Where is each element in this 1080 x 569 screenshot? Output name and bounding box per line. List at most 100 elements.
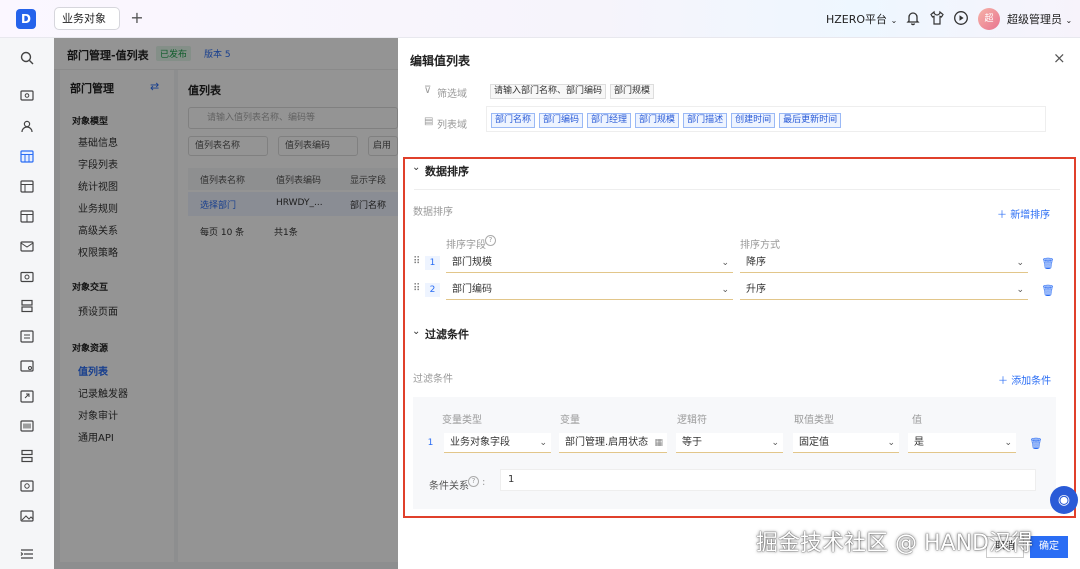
app-logo[interactable]: D: [16, 9, 36, 29]
monitor-icon[interactable]: [19, 88, 35, 104]
avatar[interactable]: 超: [978, 8, 1000, 30]
modal-mask[interactable]: [54, 38, 398, 569]
add-sort-button[interactable]: ＋ 新增排序: [997, 206, 1050, 221]
tab-business-object[interactable]: 业务对象: [54, 7, 120, 30]
filter-field-tags[interactable]: 请输入部门名称、部门编码 部门规模: [490, 83, 658, 99]
shirt-icon[interactable]: [929, 10, 945, 26]
cond-header: 取值类型: [794, 415, 834, 426]
filter-field-label: 筛选域: [437, 89, 467, 100]
var-value: 部门管理.启用状态: [565, 437, 649, 448]
add-tab-button[interactable]: +: [128, 8, 146, 28]
user-menu[interactable]: 超级管理员 ⌄: [1007, 11, 1072, 27]
sort-method-select[interactable]: 降序 ⌄: [740, 253, 1028, 273]
chevron-down-icon: ⌄: [1016, 258, 1024, 268]
calendar-table-icon[interactable]: [19, 148, 35, 164]
mail-icon[interactable]: [19, 238, 35, 254]
cond-header: 变量类型: [442, 415, 482, 426]
sort-method-select[interactable]: 升序 ⌄: [740, 280, 1028, 300]
sort-field-value: 部门编码: [452, 284, 492, 295]
export-icon[interactable]: [19, 388, 35, 404]
stack-icon[interactable]: [19, 448, 35, 464]
value-type-select[interactable]: 固定值 ⌄: [793, 433, 899, 453]
drawer-title: 编辑值列表: [410, 54, 471, 68]
value-value: 是: [914, 437, 924, 448]
list-tag: 最后更新时间: [779, 113, 842, 128]
add-sort-label: 新增排序: [1010, 210, 1051, 221]
sort-field-select[interactable]: 部门规模 ⌄: [446, 253, 733, 273]
chevron-down-icon: ⌄: [1065, 16, 1073, 25]
icon-rail: [0, 38, 54, 569]
watermark: 掘金技术社区 @ HAND汉得: [756, 531, 1033, 556]
sort-section-title[interactable]: 数据排序: [425, 163, 469, 179]
drag-handle-icon[interactable]: ⠿: [413, 283, 420, 294]
add-condition-button[interactable]: ＋ 添加条件: [998, 372, 1051, 387]
list-field-tags[interactable]: 部门名称 部门编码 部门经理 部门规模 部门描述 创建时间 最后更新时间: [486, 106, 1046, 132]
platform-label: HZERO平台: [826, 13, 888, 26]
list-box-icon[interactable]: [19, 328, 35, 344]
row-index: 1: [427, 438, 434, 448]
edit-value-list-drawer: 编辑值列表 × ⊽ 筛选域 请输入部门名称、部门编码 部门规模 ▤ 列表域 部门名…: [398, 38, 1080, 569]
chevron-down-icon: ⌄: [771, 438, 779, 448]
delete-icon[interactable]: 🗑: [1041, 284, 1055, 297]
photo-icon[interactable]: [19, 478, 35, 494]
list-tag: 部门描述: [683, 113, 728, 128]
operator-select[interactable]: 等于 ⌄: [676, 433, 783, 453]
table-icon[interactable]: [19, 178, 35, 194]
image-icon[interactable]: [19, 508, 35, 524]
plus-icon: ＋: [997, 210, 1007, 221]
list-tag: 部门名称: [491, 113, 536, 128]
sort-method-value: 升序: [746, 284, 766, 295]
help-icon[interactable]: ?: [468, 476, 479, 487]
relation-label: 条件关系: [429, 481, 469, 492]
selector-icon[interactable]: ▦: [654, 433, 663, 453]
drag-handle-icon[interactable]: ⠿: [413, 256, 420, 267]
cond-header: 值: [912, 415, 922, 426]
filter-icon: ⊽: [424, 85, 432, 96]
chevron-down-icon: ⌄: [887, 438, 895, 448]
barcode-icon[interactable]: [19, 418, 35, 434]
filter-section-title[interactable]: 过滤条件: [425, 326, 469, 342]
delete-icon[interactable]: 🗑: [1029, 437, 1043, 450]
bell-icon[interactable]: [905, 10, 921, 26]
value-select[interactable]: 是 ⌄: [908, 433, 1016, 453]
chevron-down-icon: ⌄: [1016, 285, 1024, 295]
add-condition-label: 添加条件: [1011, 376, 1052, 387]
chevron-down-icon: ⌄: [721, 258, 729, 268]
value-type-value: 固定值: [799, 437, 829, 448]
relation-input[interactable]: 1: [500, 469, 1036, 491]
list-tag: 部门经理: [587, 113, 632, 128]
confirm-button[interactable]: 确定: [1030, 536, 1068, 558]
cond-header: 变量: [560, 415, 580, 426]
chevron-down-icon: ⌄: [1004, 438, 1012, 448]
sort-method-value: 降序: [746, 257, 766, 268]
chevron-down-icon: ⌄: [721, 285, 729, 295]
chevron-down-icon[interactable]: ⌄: [412, 326, 420, 337]
sort-sub-label: 数据排序: [413, 207, 453, 218]
var-input[interactable]: 部门管理.启用状态 ▦: [559, 433, 667, 453]
platform-switcher[interactable]: HZERO平台 ⌄: [826, 11, 897, 27]
user-group-icon[interactable]: [19, 118, 35, 134]
window-settings-icon[interactable]: [19, 358, 35, 374]
var-type-select[interactable]: 业务对象字段 ⌄: [444, 433, 551, 453]
camera-icon[interactable]: [19, 268, 35, 284]
filter-tag: 部门规模: [610, 84, 655, 99]
table-icon-2[interactable]: [19, 208, 35, 224]
top-bar: D 业务对象 + HZERO平台 ⌄ 超 超级管理员 ⌄: [0, 0, 1080, 38]
chevron-down-icon: ⌄: [890, 16, 898, 25]
search-icon[interactable]: [19, 50, 35, 66]
row-index: 1: [425, 256, 440, 270]
filter-tag: 请输入部门名称、部门编码: [490, 84, 607, 99]
delete-icon[interactable]: 🗑: [1041, 257, 1055, 270]
play-circle-icon[interactable]: [953, 10, 969, 26]
chevron-down-icon[interactable]: ⌄: [412, 162, 420, 173]
list-icon: ▤: [424, 116, 434, 127]
close-icon[interactable]: ×: [1053, 49, 1066, 67]
plus-icon: ＋: [998, 376, 1008, 387]
sort-field-header: 排序字段: [446, 240, 486, 251]
chat-bubble-icon[interactable]: ◉: [1050, 486, 1078, 514]
sort-field-select[interactable]: 部门编码 ⌄: [446, 280, 733, 300]
layers-icon[interactable]: [19, 298, 35, 314]
help-icon[interactable]: ?: [485, 235, 496, 246]
menu-collapse-icon[interactable]: [19, 546, 35, 562]
list-tag: 部门规模: [635, 113, 680, 128]
